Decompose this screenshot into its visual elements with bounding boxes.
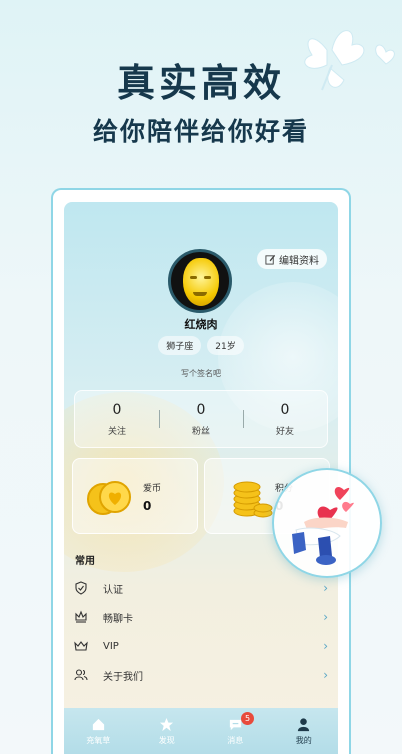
section-title: 常用 [75, 556, 95, 567]
tab-label: 消息 [227, 735, 244, 745]
message-badge: 5 [241, 712, 254, 725]
stat-following[interactable]: 0 关注 [75, 402, 159, 437]
menu-item-about[interactable]: 关于我们 › [74, 665, 328, 685]
chevron-right-icon: › [323, 610, 328, 624]
tab-label: 我的 [295, 735, 312, 745]
avatar[interactable] [168, 249, 232, 313]
tab-label: 发现 [158, 735, 175, 745]
chevron-right-icon: › [323, 668, 328, 682]
vip-crown-icon [74, 641, 88, 651]
heart-coin-icon [87, 481, 131, 515]
shield-check-icon [75, 581, 87, 595]
tab-label: 充氧草 [86, 735, 111, 745]
coins-card[interactable]: 爱币 0 [72, 458, 198, 534]
profile-tags: 狮子座 21岁 [64, 336, 338, 355]
zodiac-tag: 狮子座 [158, 336, 202, 355]
tab-home[interactable]: 充氧草 [64, 708, 133, 754]
stats-panel: 0 关注 0 粉丝 0 好友 [74, 390, 328, 448]
subline: 给你陪伴给你好看 [92, 117, 309, 146]
stat-followers[interactable]: 0 粉丝 [159, 402, 243, 437]
menu-item-label: VIP [103, 640, 119, 652]
edit-profile-button[interactable]: 编辑资料 [257, 249, 327, 269]
chevron-right-icon: › [323, 639, 328, 653]
stat-label: 粉丝 [191, 426, 210, 437]
stat-label: 好友 [275, 426, 294, 437]
headline: 真实高效 [116, 61, 285, 105]
hands-hearts-icon [292, 487, 354, 565]
age-tag: 21岁 [207, 336, 244, 355]
stat-value: 0 [112, 401, 122, 418]
menu-item-label: 关于我们 [103, 671, 143, 683]
stat-value: 0 [196, 401, 206, 418]
tab-mine[interactable]: 我的 [270, 708, 339, 754]
stat-value: 0 [280, 401, 290, 418]
menu-item-label: 认证 [103, 584, 123, 596]
tab-discover[interactable]: 发现 [133, 708, 202, 754]
users-icon [74, 669, 88, 681]
menu-item-label: 畅聊卡 [103, 613, 133, 625]
crown-icon [75, 610, 87, 623]
menu-item-chat-card[interactable]: 畅聊卡 › [74, 607, 328, 627]
menu-item-vip[interactable]: VIP › [74, 636, 328, 656]
coins-value: 0 [143, 499, 152, 513]
edit-profile-label: 编辑资料 [279, 255, 319, 267]
avatar-face [183, 258, 219, 306]
stat-label: 关注 [107, 426, 126, 437]
signature[interactable]: 写个签名吧 [64, 368, 338, 379]
coins-label: 爱币 [143, 484, 162, 494]
stat-friends[interactable]: 0 好友 [243, 402, 327, 437]
avatar-eye [204, 276, 211, 279]
home-icon [92, 718, 104, 730]
username: 红烧肉 [184, 318, 218, 331]
star-icon [160, 717, 174, 731]
coin-stack-icon [233, 481, 273, 518]
chevron-right-icon: › [323, 581, 328, 595]
tab-messages[interactable]: 5 消息 [201, 708, 270, 754]
tab-bar: 充氧草 发现 5 消息 我的 [64, 708, 338, 754]
floating-hearts-badge[interactable] [272, 468, 382, 578]
edit-icon [265, 254, 276, 265]
avatar-mouth [193, 292, 207, 296]
person-icon [298, 717, 310, 731]
menu-item-verify[interactable]: 认证 › [74, 578, 328, 598]
avatar-eye [190, 276, 197, 279]
